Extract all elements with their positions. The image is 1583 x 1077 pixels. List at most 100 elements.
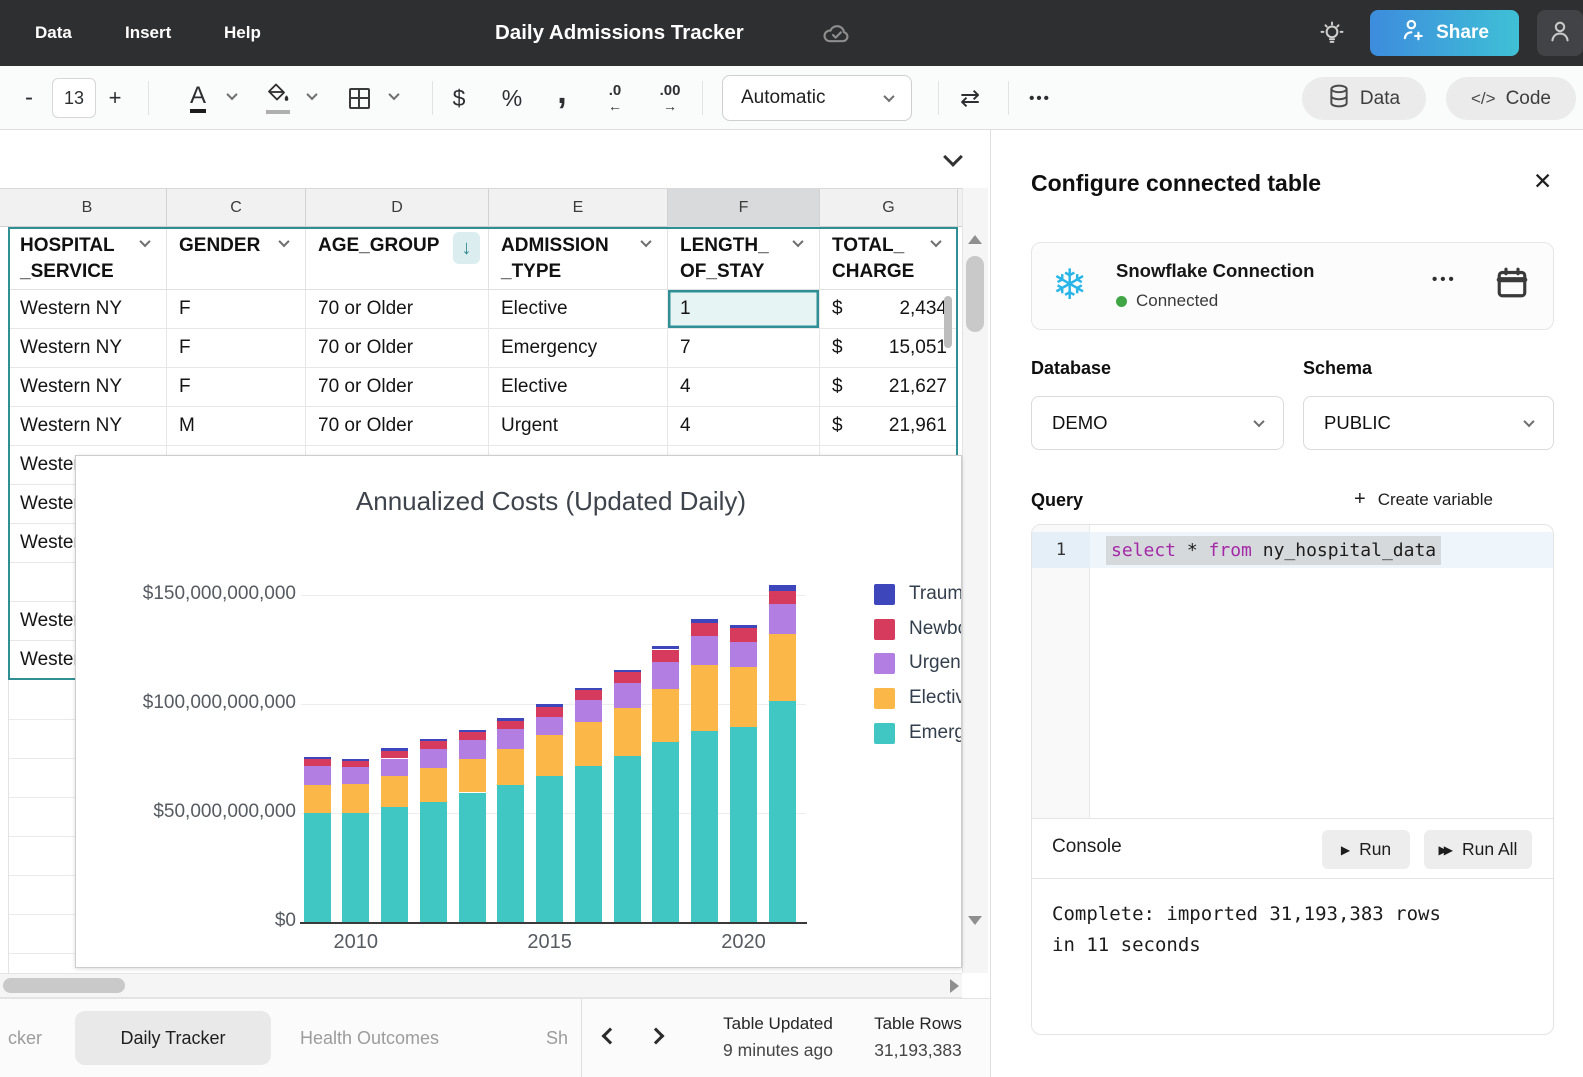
- table-cell[interactable]: 70 or Older: [306, 290, 489, 329]
- column-header-total[interactable]: TOTAL_CHARGE: [820, 227, 958, 290]
- table-cell[interactable]: 4: [668, 368, 820, 407]
- table-cell[interactable]: F: [167, 290, 306, 329]
- line-number: 1: [1032, 532, 1090, 568]
- run-all-button[interactable]: ▶▶ Run All: [1424, 830, 1532, 869]
- horizontal-scrollbar-track[interactable]: [0, 973, 962, 998]
- font-size-input[interactable]: 13: [52, 78, 96, 118]
- bar-segment-trauma-2015: [536, 704, 563, 707]
- text-color-button[interactable]: A: [184, 80, 212, 116]
- zoom-out-button[interactable]: -: [14, 78, 44, 118]
- table-cell[interactable]: Emergency: [489, 329, 668, 368]
- table-cell[interactable]: Elective: [489, 368, 668, 407]
- table-cell[interactable]: 7: [668, 329, 820, 368]
- table-cell[interactable]: Urgent: [489, 407, 668, 446]
- table-cell[interactable]: $2,434: [820, 290, 958, 329]
- currency-symbol: $: [832, 415, 843, 437]
- sort-descending-icon[interactable]: ↓: [453, 232, 480, 264]
- comma-format-button[interactable]: ,: [548, 72, 576, 112]
- column-letter-G[interactable]: G: [820, 189, 958, 227]
- currency-format-button[interactable]: $: [444, 78, 474, 118]
- zoom-in-button[interactable]: +: [100, 78, 130, 118]
- column-header-agegroup[interactable]: AGE_GROUP↓: [306, 227, 489, 290]
- menu-help[interactable]: Help: [224, 0, 261, 66]
- avatar-button[interactable]: [1537, 10, 1583, 56]
- table-cell[interactable]: $21,627: [820, 368, 958, 407]
- increase-decimal-button[interactable]: .00 →: [650, 80, 690, 116]
- table-cell[interactable]: 70 or Older: [306, 368, 489, 407]
- bar-segment-elective-2019: [691, 665, 718, 731]
- data-view-button[interactable]: Data: [1302, 77, 1426, 120]
- column-header-admission[interactable]: ADMISSION_TYPE: [489, 227, 668, 290]
- bar-segment-trauma-2018: [652, 646, 679, 649]
- table-cell[interactable]: Western NY: [8, 368, 167, 407]
- table-cell[interactable]: Western NY: [8, 290, 167, 329]
- table-cell[interactable]: F: [167, 368, 306, 407]
- table-scrollbar-thumb[interactable]: [944, 296, 952, 348]
- scroll-right-arrow[interactable]: [950, 979, 959, 993]
- table-cell[interactable]: 70 or Older: [306, 407, 489, 446]
- column-header-gender[interactable]: GENDER: [167, 227, 306, 290]
- fill-color-chevron-icon[interactable]: [306, 89, 317, 100]
- text-color-chevron-icon[interactable]: [226, 89, 237, 100]
- table-cell[interactable]: 70 or Older: [306, 329, 489, 368]
- schema-label: Schema: [1303, 358, 1372, 379]
- schema-dropdown[interactable]: PUBLIC: [1303, 396, 1554, 450]
- bar-segment-emergency-2009: [304, 813, 331, 922]
- column-header-length[interactable]: LENGTH_OF_STAY: [668, 227, 820, 290]
- spreadsheet-canvas: BCDEFG HOSPITAL_SERVICEGENDERAGE_GROUP↓A…: [0, 130, 990, 1077]
- legend-label-newborn: Newborn: [909, 618, 962, 640]
- column-letter-E[interactable]: E: [489, 189, 668, 227]
- next-sheet-chevron-icon[interactable]: [648, 1028, 665, 1045]
- text-color-a-icon: A: [190, 84, 206, 113]
- menu-insert[interactable]: Insert: [125, 0, 171, 66]
- share-button[interactable]: Share: [1370, 10, 1519, 56]
- sheet-tab-clipped-right[interactable]: Sh: [546, 999, 580, 1077]
- borders-button[interactable]: [344, 80, 374, 116]
- sql-editor[interactable]: 1 select * from ny_hospital_data: [1032, 525, 1553, 818]
- table-cell[interactable]: Western NY: [8, 329, 167, 368]
- swap-columns-button[interactable]: ⇄: [950, 78, 990, 118]
- table-cell[interactable]: $21,961: [820, 407, 958, 446]
- table-cell[interactable]: Elective: [489, 290, 668, 329]
- create-variable-button[interactable]: + Create variable: [1354, 488, 1493, 511]
- column-letter-C[interactable]: C: [167, 189, 306, 227]
- y-axis-tick-label: $50,000,000,000: [76, 801, 296, 823]
- table-cell[interactable]: F: [167, 329, 306, 368]
- horizontal-scrollbar-thumb[interactable]: [3, 978, 125, 993]
- scroll-up-arrow[interactable]: [968, 235, 982, 244]
- table-cell[interactable]: 1: [668, 290, 820, 329]
- calendar-icon[interactable]: [1494, 265, 1530, 306]
- run-button[interactable]: ▶ Run: [1322, 830, 1410, 869]
- column-letter-B[interactable]: B: [8, 189, 167, 227]
- menu-data[interactable]: Data: [35, 0, 72, 66]
- lightbulb-icon[interactable]: [1318, 19, 1346, 52]
- database-dropdown[interactable]: DEMO: [1031, 396, 1284, 450]
- editor-active-line[interactable]: select * from ny_hospital_data: [1090, 532, 1553, 568]
- number-format-select[interactable]: Automatic: [722, 75, 912, 121]
- prev-sheet-chevron-icon[interactable]: [602, 1028, 619, 1045]
- close-icon[interactable]: ✕: [1533, 168, 1552, 195]
- column-letter-F[interactable]: F: [668, 189, 820, 227]
- connection-menu-button[interactable]: •••: [1432, 271, 1457, 288]
- table-cell[interactable]: M: [167, 407, 306, 446]
- sheet-tab-health-outcomes[interactable]: Health Outcomes: [300, 999, 439, 1077]
- column-letter-D[interactable]: D: [306, 189, 489, 227]
- collapse-chevron-icon[interactable]: [943, 147, 963, 167]
- fill-color-button[interactable]: [262, 78, 294, 118]
- sheet-tab-daily-tracker[interactable]: Daily Tracker: [75, 1011, 271, 1065]
- table-cell[interactable]: $15,051: [820, 329, 958, 368]
- borders-chevron-icon[interactable]: [388, 89, 399, 100]
- percent-format-button[interactable]: %: [494, 78, 530, 118]
- column-letters-row: BCDEFG: [0, 188, 962, 227]
- chart-panel[interactable]: Annualized Costs (Updated Daily) $0$50,0…: [75, 455, 962, 968]
- code-view-button[interactable]: </> Code: [1446, 77, 1576, 120]
- sheet-tab-clipped[interactable]: cker: [8, 999, 42, 1077]
- scroll-down-arrow[interactable]: [968, 916, 982, 925]
- bar-segment-elective-2015: [536, 735, 563, 776]
- more-options-button[interactable]: •••: [1022, 78, 1058, 118]
- decrease-decimal-button[interactable]: .0 ←: [598, 80, 632, 116]
- column-header-hospital[interactable]: HOSPITAL_SERVICE: [8, 227, 167, 290]
- vertical-scrollbar-thumb[interactable]: [966, 256, 984, 332]
- table-cell[interactable]: Western NY: [8, 407, 167, 446]
- table-cell[interactable]: 4: [668, 407, 820, 446]
